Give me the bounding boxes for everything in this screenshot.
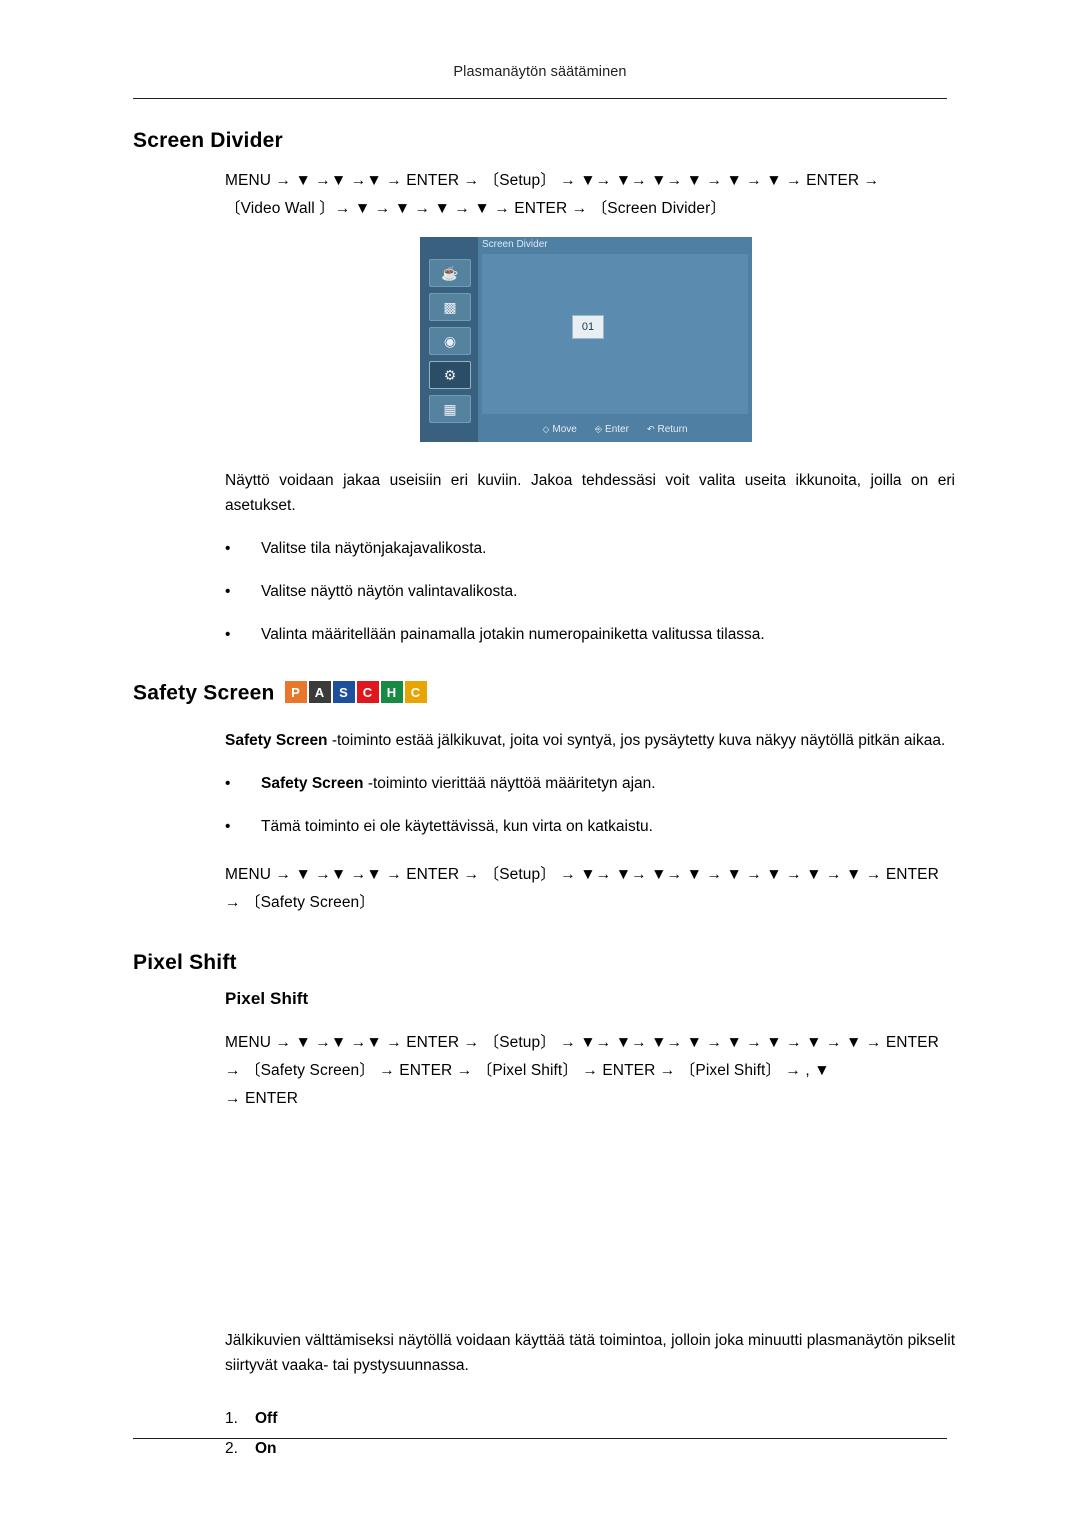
osd-foot-move: ◇ Move — [542, 423, 577, 435]
nav-path-pixel-shift-line1: MENU → ▼ →▼ →▼ → ENTER → 〔Setup〕 → ▼→ ▼→… — [225, 1033, 939, 1051]
paragraph-screen-divider: Näyttö voidaan jakaa useisiin eri kuviin… — [225, 472, 955, 514]
nav-path-screen-divider-line1: MENU → ▼ →▼ →▼ → ENTER → 〔Setup〕 → ▼→ ▼→… — [225, 172, 880, 189]
nav-path-screen-divider-line2: 〔Video Wall 〕→ ▼ → ▼ → ▼ → ▼ → ENTER → 〔… — [225, 200, 726, 217]
osd-footer: ◇ Move ⎆ Enter ↶ Return — [482, 419, 748, 439]
option-list-pixel-shift: 1. Off 2. On — [225, 1404, 947, 1464]
running-header: Plasmanäytön säätäminen — [453, 64, 627, 80]
osd-divider-cell: 01 — [572, 315, 604, 339]
tag-h: H — [380, 681, 403, 703]
footer-rule — [133, 1438, 947, 1439]
tag-c2: C — [404, 681, 427, 703]
osd-icon-input: ◉ — [429, 327, 471, 355]
option-label: Off — [255, 1409, 278, 1427]
heading-safety-screen-text: Safety Screen — [133, 681, 275, 705]
paragraph-pixel-shift: Jälkikuvien välttämiseksi näytöllä voida… — [225, 1331, 955, 1374]
nav-path-pixel-shift-line2: → 〔Safety Screen〕 → ENTER → 〔Pixel Shift… — [225, 1061, 830, 1079]
heading-pixel-shift: Pixel Shift — [133, 950, 237, 974]
tag-c1: C — [356, 681, 379, 703]
list-item: Safety Screen -toiminto vierittää näyttö… — [225, 771, 947, 796]
osd-title: Screen Divider — [482, 239, 548, 250]
list-item: Tämä toiminto ei ole käytettävissä, kun … — [225, 814, 947, 839]
option-label: On — [255, 1439, 277, 1457]
nav-path-safety-screen-line2: → 〔Safety Screen〕 — [225, 893, 375, 911]
list-item: Valitse näyttö näytön valintavalikosta. — [225, 579, 947, 604]
nav-path-pixel-shift-line3: → ENTER — [225, 1089, 299, 1107]
option-item-off: 1. Off — [225, 1404, 947, 1434]
list-item-rest: -toiminto vierittää näyttöä määritetyn a… — [363, 774, 656, 792]
heading-safety-screen: Safety Screen P A S C H C — [133, 681, 947, 706]
enter-icon: ⎆ — [594, 423, 603, 434]
list-item: Valinta määritellään painamalla jotakin … — [225, 622, 947, 647]
document-page: Plasmanäytön säätäminen Screen Divider M… — [0, 0, 1080, 1527]
nav-path-safety-screen-line1: MENU → ▼ →▼ →▼ → ENTER → 〔Setup〕 → ▼→ ▼→… — [225, 865, 939, 883]
tag-s: S — [332, 681, 355, 703]
list-item-bold: Safety Screen — [261, 774, 364, 792]
list-item: Valitse tila näytönjakajavalikosta. — [225, 536, 947, 561]
page-content: Screen Divider MENU → ▼ →▼ →▼ → ENTER → … — [0, 129, 1080, 1464]
feature-tag-row: PASCHC — [284, 681, 427, 703]
osd-icon-sound: ▩ — [429, 293, 471, 321]
heading-screen-divider: Screen Divider — [133, 129, 283, 152]
move-icon: ◇ — [542, 423, 550, 434]
osd-icon-setup: ⚙ — [429, 361, 471, 389]
paragraph-safety-screen-bold: Safety Screen — [225, 731, 328, 749]
subheading-pixel-shift: Pixel Shift — [225, 988, 309, 1008]
bullet-list-screen-divider: Valitse tila näytönjakajavalikosta. Vali… — [225, 536, 947, 647]
option-number: 1. — [225, 1409, 238, 1427]
return-icon: ↶ — [646, 423, 655, 434]
paragraph-safety-screen-rest: -toiminto estää jälkikuvat, joita voi sy… — [327, 731, 946, 749]
tag-a: A — [308, 681, 331, 703]
osd-icon-multicontrol: ▦ — [429, 395, 471, 423]
osd-foot-enter: ⎆ Enter — [594, 423, 629, 435]
osd-content-area — [482, 254, 748, 414]
osd-panel: Screen Divider ☕ ▩ ◉ ⚙ ▦ 01 ◇ Move ⎆ Enter… — [420, 237, 752, 442]
bullet-list-safety-screen: Safety Screen -toiminto vierittää näyttö… — [225, 771, 947, 839]
osd-foot-return: ↶ Return — [646, 423, 688, 435]
paragraph-safety-screen: Safety Screen -toiminto estää jälkikuvat… — [225, 728, 955, 753]
osd-icon-picture: ☕ — [429, 259, 471, 287]
tag-p: P — [284, 681, 307, 703]
osd-screenshot-screen-divider: Screen Divider ☕ ▩ ◉ ⚙ ▦ 01 ◇ Move ⎆ Enter… — [420, 237, 947, 442]
header-rule — [133, 98, 947, 99]
